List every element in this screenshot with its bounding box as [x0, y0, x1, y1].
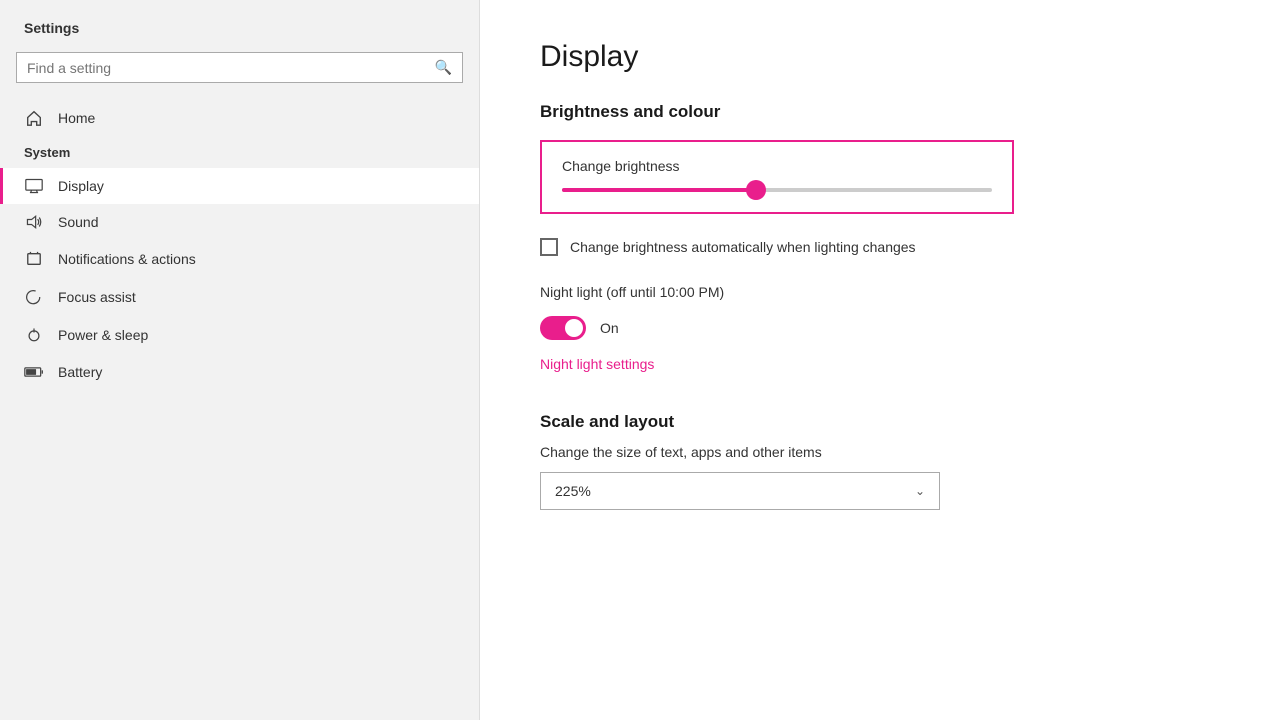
brightness-box: Change brightness — [540, 140, 1014, 214]
power-icon — [24, 326, 44, 344]
brightness-slider-thumb[interactable] — [746, 180, 766, 200]
sidebar: Settings 🔍 Home System Display — [0, 0, 480, 720]
sidebar-item-notifications[interactable]: Notifications & actions — [0, 240, 479, 278]
scale-dropdown[interactable]: 225% ⌄ — [540, 472, 940, 510]
toggle-knob — [565, 319, 583, 337]
scale-section-title: Scale and layout — [540, 412, 1220, 432]
notifications-icon — [24, 250, 44, 268]
night-light-settings-link[interactable]: Night light settings — [540, 356, 654, 372]
focus-icon — [24, 288, 44, 306]
sidebar-item-sound-label: Sound — [58, 214, 98, 230]
chevron-down-icon: ⌄ — [915, 484, 925, 498]
brightness-slider-container[interactable] — [562, 188, 992, 192]
auto-brightness-label: Change brightness automatically when lig… — [570, 239, 916, 255]
home-icon — [24, 109, 44, 127]
night-light-toggle[interactable] — [540, 316, 586, 340]
system-label: System — [0, 137, 479, 168]
sidebar-item-display-label: Display — [58, 178, 104, 194]
search-icon: 🔍 — [435, 59, 452, 76]
auto-brightness-row: Change brightness automatically when lig… — [540, 238, 1220, 256]
night-light-toggle-label: On — [600, 320, 619, 336]
sound-icon — [24, 214, 44, 230]
brightness-label: Change brightness — [562, 158, 992, 174]
brightness-section-title: Brightness and colour — [540, 102, 1220, 122]
scale-value: 225% — [555, 483, 591, 499]
brightness-slider-track[interactable] — [562, 188, 992, 192]
sidebar-item-battery-label: Battery — [58, 364, 102, 380]
sidebar-item-battery[interactable]: Battery — [0, 354, 479, 390]
sidebar-item-display[interactable]: Display — [0, 168, 479, 204]
search-box[interactable]: 🔍 — [16, 52, 463, 83]
sidebar-item-sound[interactable]: Sound — [0, 204, 479, 240]
scale-desc: Change the size of text, apps and other … — [540, 444, 1220, 460]
battery-icon — [24, 365, 44, 379]
night-light-title: Night light (off until 10:00 PM) — [540, 284, 1220, 300]
sidebar-item-home[interactable]: Home — [0, 99, 479, 137]
sidebar-item-notifications-label: Notifications & actions — [58, 251, 196, 267]
app-title: Settings — [0, 0, 479, 52]
sidebar-item-focus-label: Focus assist — [58, 289, 136, 305]
display-icon — [24, 178, 44, 194]
night-light-toggle-row: On — [540, 316, 1220, 340]
sidebar-item-focus[interactable]: Focus assist — [0, 278, 479, 316]
sidebar-item-home-label: Home — [58, 110, 95, 126]
auto-brightness-checkbox[interactable] — [540, 238, 558, 256]
search-input[interactable] — [27, 60, 435, 76]
sidebar-item-power[interactable]: Power & sleep — [0, 316, 479, 354]
sidebar-item-power-label: Power & sleep — [58, 327, 148, 343]
main-content: Display Brightness and colour Change bri… — [480, 0, 1280, 720]
brightness-slider-fill — [562, 188, 756, 192]
page-title: Display — [540, 40, 1220, 74]
